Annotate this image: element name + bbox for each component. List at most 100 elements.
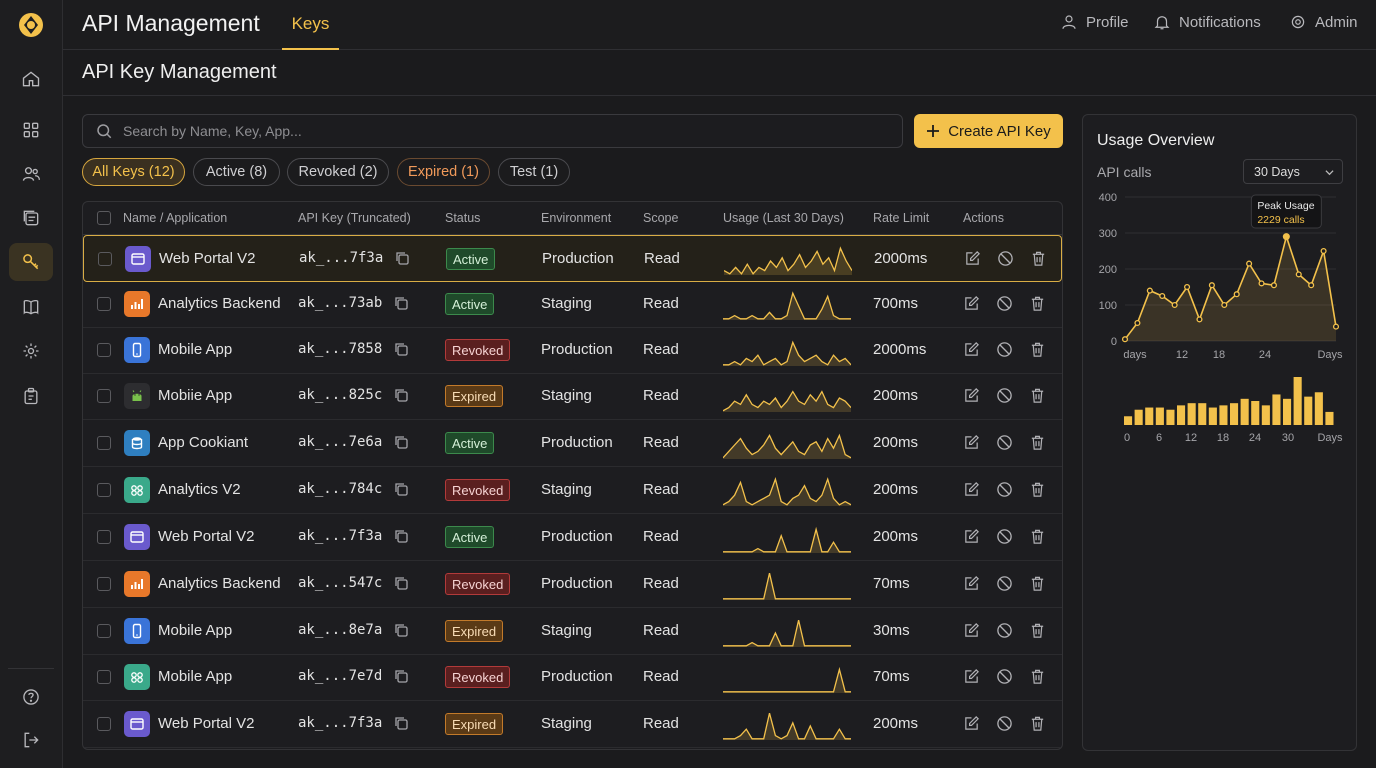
table-row[interactable]: Web Portal V2 ak_...7f3a Expired Staging…	[83, 701, 1062, 748]
table-row[interactable]: Mobile App ak_...8e7a Expired Staging Re…	[83, 608, 1062, 655]
revoke-icon[interactable]	[996, 575, 1013, 592]
documents-icon[interactable]	[9, 199, 53, 237]
app-name[interactable]: Mobile App	[158, 622, 232, 639]
profile-button[interactable]: Profile	[1060, 13, 1129, 31]
logout-icon[interactable]	[9, 721, 53, 759]
header-rate-limit[interactable]: Rate Limit	[873, 211, 929, 225]
trash-icon[interactable]	[1029, 715, 1046, 732]
edit-icon[interactable]	[963, 575, 980, 592]
revoke-icon[interactable]	[996, 668, 1013, 685]
app-name[interactable]: Web Portal V2	[158, 715, 254, 732]
logo-icon[interactable]	[16, 10, 46, 40]
app-name[interactable]: Mobiie App	[158, 387, 232, 404]
copy-icon[interactable]	[393, 575, 409, 591]
dashboard-grid-icon[interactable]	[9, 111, 53, 149]
clipboard-icon[interactable]	[9, 377, 53, 415]
row-checkbox[interactable]	[97, 624, 111, 638]
filter-test[interactable]: Test (1)	[498, 158, 570, 186]
settings-gear-icon[interactable]	[9, 332, 53, 370]
table-row[interactable]: Mobile App ak_...7e7d Revoked Production…	[83, 654, 1062, 701]
trash-icon[interactable]	[1029, 668, 1046, 685]
trash-icon[interactable]	[1029, 341, 1046, 358]
home-icon[interactable]	[9, 60, 53, 98]
select-all-checkbox[interactable]	[97, 211, 111, 225]
copy-icon[interactable]	[393, 668, 409, 684]
notifications-button[interactable]: Notifications	[1153, 13, 1261, 31]
table-row[interactable]: Analytics Backend ak_...547c Revoked Pro…	[83, 561, 1062, 608]
trash-icon[interactable]	[1029, 575, 1046, 592]
filter-revoked[interactable]: Revoked (2)	[287, 158, 389, 186]
users-icon[interactable]	[9, 155, 53, 193]
row-checkbox[interactable]	[97, 436, 111, 450]
edit-icon[interactable]	[963, 434, 980, 451]
header-environment[interactable]: Environment	[541, 211, 611, 225]
table-row[interactable]: App Cookiant ak_...7e6a Active Productio…	[83, 420, 1062, 467]
copy-icon[interactable]	[393, 387, 409, 403]
filter-all-keys[interactable]: All Keys (12)	[82, 158, 185, 186]
help-icon[interactable]	[9, 678, 53, 716]
app-name[interactable]: Analytics Backend	[158, 575, 281, 592]
tab-keys[interactable]: Keys	[282, 0, 339, 50]
app-name[interactable]: Analytics Backend	[158, 295, 281, 312]
app-name[interactable]: Analytics V2	[158, 481, 241, 498]
revoke-icon[interactable]	[996, 622, 1013, 639]
table-row[interactable]: Web Portal V2 ak_...7f3a Active Producti…	[83, 514, 1062, 561]
trash-icon[interactable]	[1029, 622, 1046, 639]
filter-expired[interactable]: Expired (1)	[397, 158, 490, 186]
edit-icon[interactable]	[963, 715, 980, 732]
row-checkbox[interactable]	[98, 252, 112, 266]
edit-icon[interactable]	[963, 528, 980, 545]
row-checkbox[interactable]	[97, 343, 111, 357]
row-checkbox[interactable]	[97, 483, 111, 497]
book-icon[interactable]	[9, 288, 53, 326]
trash-icon[interactable]	[1029, 481, 1046, 498]
edit-icon[interactable]	[963, 387, 980, 404]
app-name[interactable]: Mobile App	[158, 341, 232, 358]
trash-icon[interactable]	[1029, 387, 1046, 404]
app-name[interactable]: Mobile App	[158, 668, 232, 685]
admin-button[interactable]: Admin	[1289, 13, 1358, 31]
table-row[interactable]: Web Portal V2 ak_...7f3a Active Producti…	[83, 235, 1062, 282]
copy-icon[interactable]	[393, 622, 409, 638]
edit-icon[interactable]	[963, 295, 980, 312]
edit-icon[interactable]	[963, 481, 980, 498]
app-name[interactable]: Web Portal V2	[159, 250, 255, 267]
copy-icon[interactable]	[393, 341, 409, 357]
header-name[interactable]: Name / Application	[123, 211, 227, 225]
row-checkbox[interactable]	[97, 577, 111, 591]
trash-icon[interactable]	[1029, 434, 1046, 451]
edit-icon[interactable]	[963, 622, 980, 639]
trash-icon[interactable]	[1029, 295, 1046, 312]
revoke-icon[interactable]	[997, 250, 1014, 267]
revoke-icon[interactable]	[996, 434, 1013, 451]
header-api-key[interactable]: API Key (Truncated)	[298, 211, 411, 225]
header-usage[interactable]: Usage (Last 30 Days)	[723, 211, 844, 225]
copy-icon[interactable]	[394, 250, 410, 266]
create-api-key-button[interactable]: Create API Key	[914, 114, 1063, 148]
trash-icon[interactable]	[1030, 250, 1047, 267]
revoke-icon[interactable]	[996, 295, 1013, 312]
edit-icon[interactable]	[964, 250, 981, 267]
edit-icon[interactable]	[963, 341, 980, 358]
key-icon[interactable]	[9, 243, 53, 281]
row-checkbox[interactable]	[97, 717, 111, 731]
app-name[interactable]: App Cookiant	[158, 434, 248, 451]
filter-active[interactable]: Active (8)	[193, 158, 280, 186]
copy-icon[interactable]	[393, 528, 409, 544]
app-name[interactable]: Web Portal V2	[158, 528, 254, 545]
search-input[interactable]	[123, 123, 902, 139]
row-checkbox[interactable]	[97, 297, 111, 311]
row-checkbox[interactable]	[97, 530, 111, 544]
trash-icon[interactable]	[1029, 528, 1046, 545]
table-row[interactable]: Analytics V2 ak_...784c Revoked Staging …	[83, 467, 1062, 514]
header-status[interactable]: Status	[445, 211, 480, 225]
copy-icon[interactable]	[393, 434, 409, 450]
edit-icon[interactable]	[963, 668, 980, 685]
search-box[interactable]	[82, 114, 903, 148]
copy-icon[interactable]	[393, 295, 409, 311]
revoke-icon[interactable]	[996, 341, 1013, 358]
copy-icon[interactable]	[393, 715, 409, 731]
revoke-icon[interactable]	[996, 528, 1013, 545]
table-row[interactable]: Mobiie App ak_...825c Expired Staging Re…	[83, 373, 1062, 420]
header-scope[interactable]: Scope	[643, 211, 678, 225]
